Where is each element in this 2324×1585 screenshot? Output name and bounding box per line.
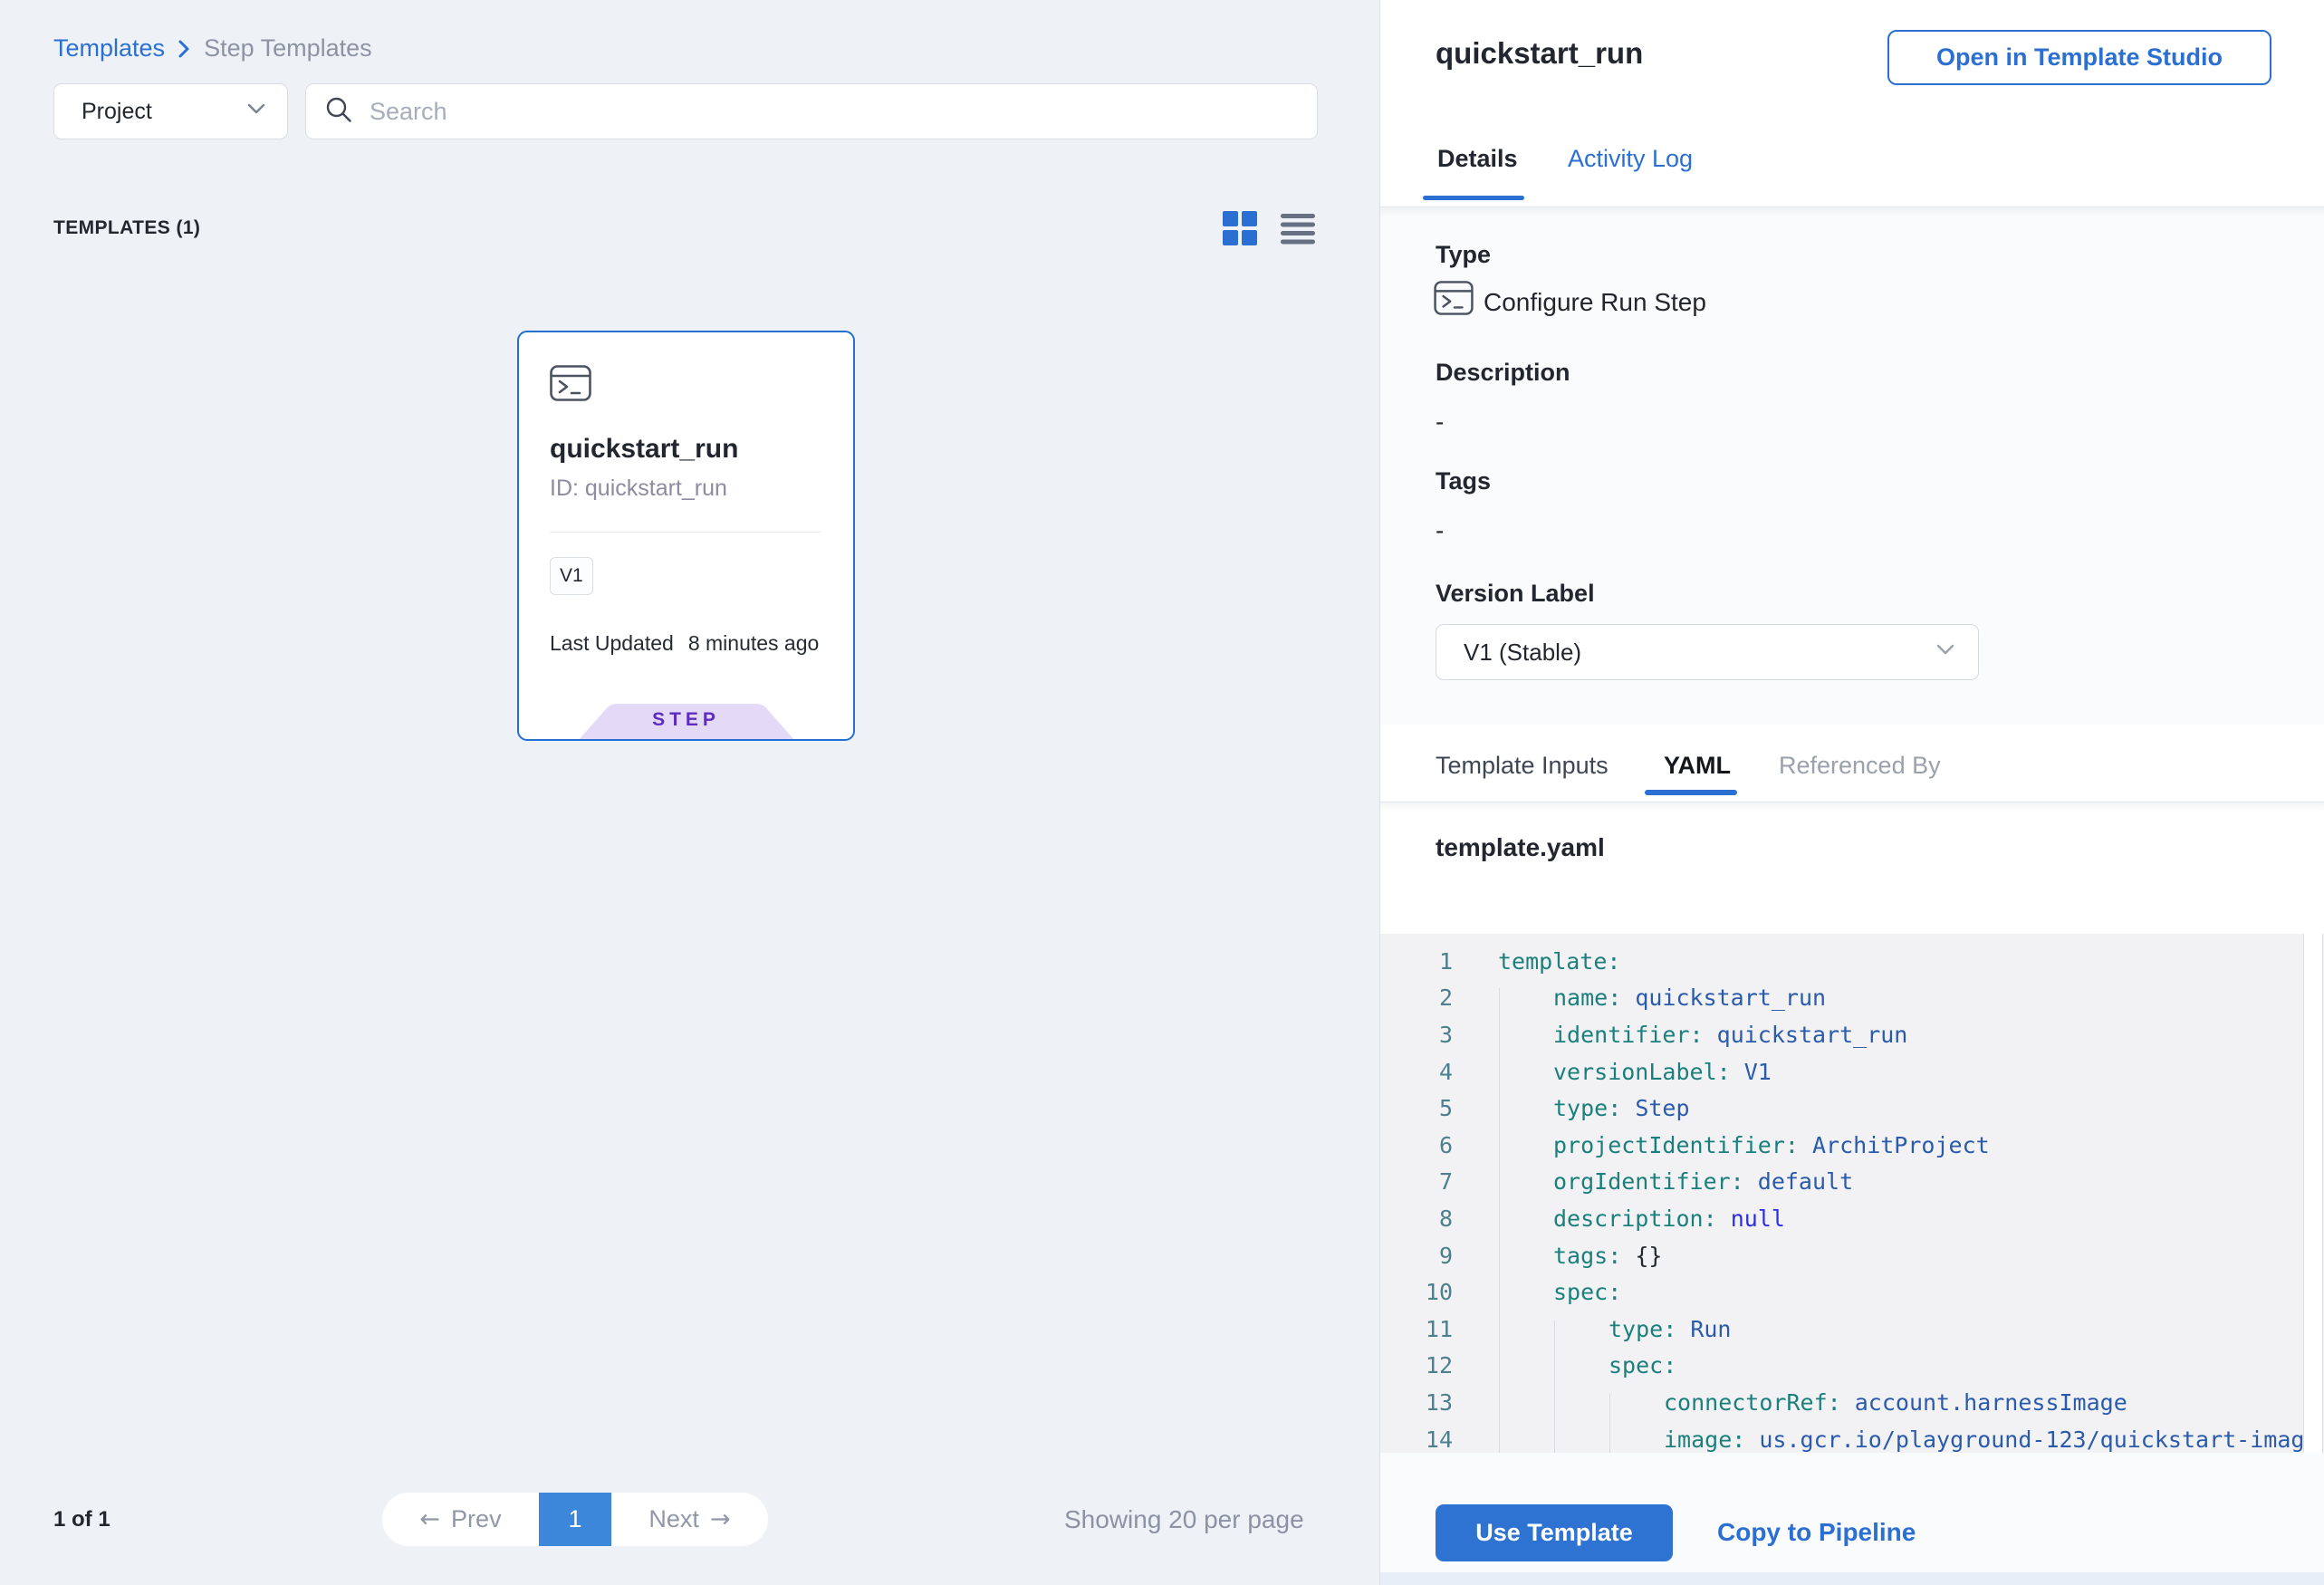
subtab-shadow bbox=[1380, 802, 2324, 812]
chevron-down-icon bbox=[247, 103, 265, 120]
tags-value: - bbox=[1436, 516, 1444, 545]
version-badge: V1 bbox=[550, 557, 593, 595]
yaml-line: 5type: Step bbox=[1380, 1090, 2324, 1127]
search-input[interactable] bbox=[368, 97, 1299, 127]
type-label: Type bbox=[1436, 241, 1491, 269]
step-ribbon: STEP bbox=[575, 704, 798, 741]
header-shadow bbox=[1380, 207, 2324, 216]
tab-template-inputs[interactable]: Template Inputs bbox=[1436, 752, 1609, 780]
description-label: Description bbox=[1436, 359, 1570, 387]
panel-bottom-strip bbox=[1380, 1572, 2324, 1585]
yaml-line: 13connectorRef: account.harnessImage bbox=[1380, 1384, 2324, 1421]
yaml-line: 6projectIdentifier: ArchitProject bbox=[1380, 1127, 2324, 1164]
breadcrumb: Templates Step Templates bbox=[53, 34, 372, 62]
last-updated-row: Last Updated 8 minutes ago bbox=[550, 631, 819, 656]
yaml-line: 14image: us.gcr.io/playground-123/quicks… bbox=[1380, 1421, 2324, 1453]
search-icon bbox=[324, 95, 353, 129]
yaml-line: 4versionLabel: V1 bbox=[1380, 1053, 2324, 1090]
tab-yaml[interactable]: YAML bbox=[1664, 752, 1731, 780]
tab-details[interactable]: Details bbox=[1437, 145, 1518, 173]
yaml-line: 3identifier: quickstart_run bbox=[1380, 1016, 2324, 1053]
next-page-button[interactable]: Next → bbox=[611, 1493, 768, 1546]
yaml-line: 1template: bbox=[1380, 943, 2324, 980]
scope-select[interactable]: Project bbox=[53, 83, 288, 139]
yaml-code-viewer: 1template:2name: quickstart_run3identifi… bbox=[1380, 934, 2324, 1453]
last-updated-value: 8 minutes ago bbox=[688, 631, 819, 656]
scope-select-label: Project bbox=[82, 99, 152, 125]
copy-to-pipeline-link[interactable]: Copy to Pipeline bbox=[1717, 1518, 1916, 1547]
type-value: Configure Run Step bbox=[1484, 288, 1706, 317]
page: Templates Step Templates Project TEMPLAT… bbox=[0, 0, 2324, 1585]
arrow-left-icon: ← bbox=[419, 1505, 440, 1533]
chevron-right-icon bbox=[178, 39, 191, 59]
open-in-template-studio-button[interactable]: Open in Template Studio bbox=[1887, 30, 2271, 85]
template-card-id: ID: quickstart_run bbox=[550, 476, 727, 502]
arrow-right-icon: → bbox=[710, 1505, 731, 1533]
template-card-title: quickstart_run bbox=[550, 434, 738, 465]
list-view-icon[interactable] bbox=[1281, 214, 1315, 245]
details-tab-underline bbox=[1423, 196, 1524, 200]
page-summary: 1 of 1 bbox=[53, 1507, 110, 1532]
yaml-file-label: template.yaml bbox=[1436, 833, 1605, 862]
breadcrumb-templates-link[interactable]: Templates bbox=[53, 34, 165, 62]
run-step-terminal-icon bbox=[1434, 281, 1474, 320]
run-step-terminal-icon bbox=[550, 365, 591, 406]
yaml-line: 12spec: bbox=[1380, 1348, 2324, 1385]
yaml-line: 9tags: {} bbox=[1380, 1237, 2324, 1274]
next-page-label: Next bbox=[648, 1505, 699, 1533]
yaml-line: 2name: quickstart_run bbox=[1380, 980, 2324, 1017]
templates-list-panel: Templates Step Templates Project TEMPLAT… bbox=[0, 0, 1379, 1585]
template-card[interactable]: quickstart_run ID: quickstart_run V1 Las… bbox=[517, 331, 855, 741]
current-page-button[interactable]: 1 bbox=[539, 1493, 611, 1546]
yaml-line: 10spec: bbox=[1380, 1273, 2324, 1311]
tab-activity-log[interactable]: Activity Log bbox=[1568, 145, 1693, 173]
chevron-down-icon bbox=[1936, 644, 1954, 660]
tab-referenced-by[interactable]: Referenced By bbox=[1779, 752, 1941, 780]
card-divider bbox=[550, 532, 821, 533]
yaml-tab-underline bbox=[1645, 790, 1737, 795]
grid-view-icon[interactable] bbox=[1223, 211, 1257, 245]
last-updated-label: Last Updated bbox=[550, 631, 674, 656]
version-label: Version Label bbox=[1436, 580, 1595, 608]
yaml-code: 1template:2name: quickstart_run3identifi… bbox=[1380, 943, 2324, 1453]
breadcrumb-current: Step Templates bbox=[204, 34, 372, 62]
yaml-line: 11type: Run bbox=[1380, 1311, 2324, 1348]
use-template-button[interactable]: Use Template bbox=[1436, 1504, 1673, 1561]
pagination: ← Prev 1 Next → bbox=[382, 1493, 768, 1546]
version-select-value: V1 (Stable) bbox=[1464, 639, 1581, 667]
description-value: - bbox=[1436, 408, 1444, 437]
tags-label: Tags bbox=[1436, 467, 1491, 495]
prev-page-button[interactable]: ← Prev bbox=[382, 1493, 539, 1546]
per-page-text: Showing 20 per page bbox=[1064, 1505, 1304, 1534]
yaml-line: 8description: null bbox=[1380, 1200, 2324, 1237]
panel-title: quickstart_run bbox=[1436, 36, 1643, 71]
prev-page-label: Prev bbox=[451, 1505, 502, 1533]
code-scrollbar[interactable] bbox=[2303, 934, 2323, 1453]
yaml-line: 7orgIdentifier: default bbox=[1380, 1164, 2324, 1201]
template-details-panel: quickstart_run Open in Template Studio D… bbox=[1379, 0, 2324, 1585]
templates-count-heading: TEMPLATES (1) bbox=[53, 217, 200, 239]
search-box bbox=[305, 83, 1318, 139]
version-select[interactable]: V1 (Stable) bbox=[1436, 624, 1979, 680]
step-ribbon-label: STEP bbox=[575, 709, 798, 731]
